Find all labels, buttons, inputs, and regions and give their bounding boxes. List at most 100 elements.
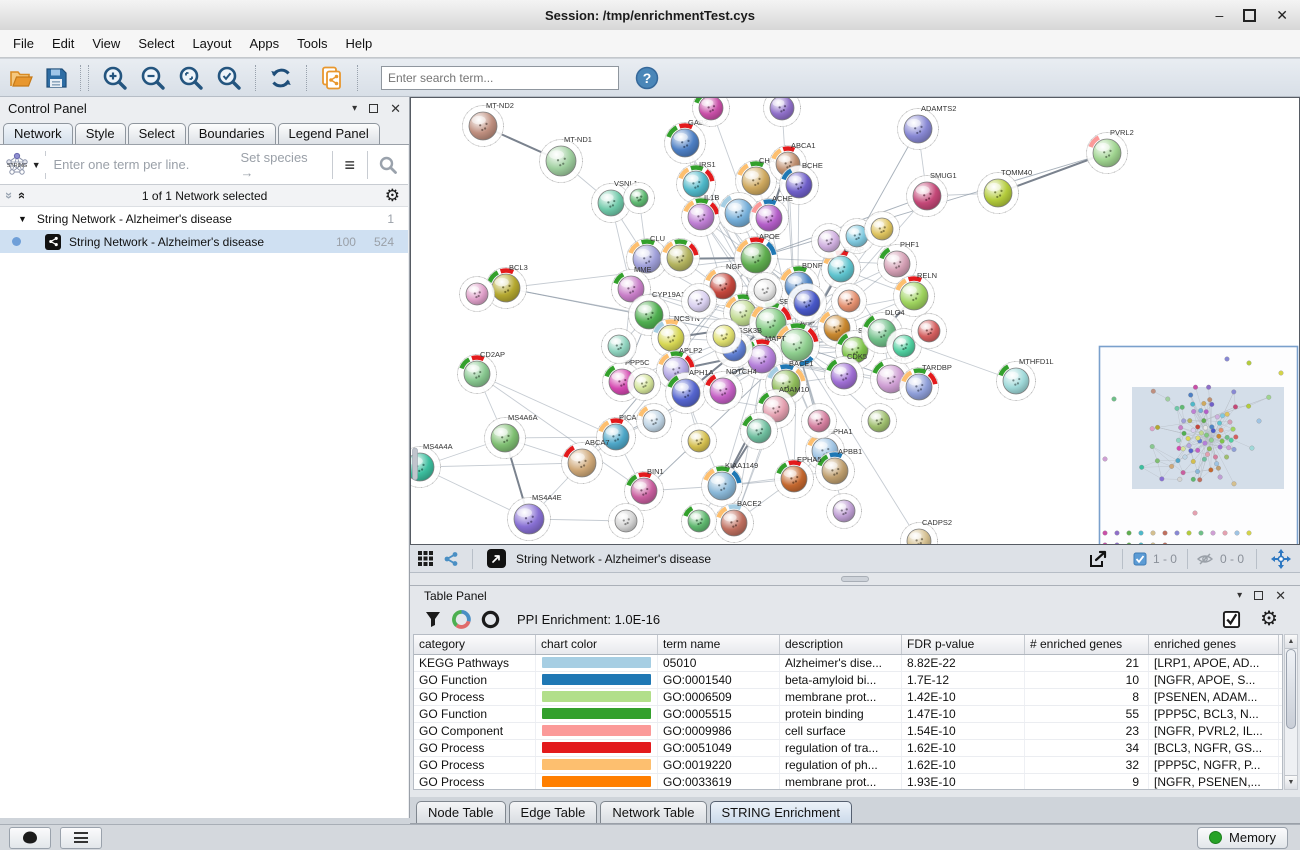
open-session-icon[interactable] <box>8 66 34 90</box>
node-EPHA5[interactable]: EPHA5 <box>775 455 822 499</box>
table-settings-gear-icon[interactable]: ⚙ <box>1260 609 1278 629</box>
task-history-button[interactable] <box>60 827 102 849</box>
tab-style[interactable]: Style <box>75 123 126 144</box>
panel-menu-icon[interactable]: ▾ <box>352 104 357 114</box>
column-header-2[interactable]: term name <box>658 635 780 654</box>
canvas-scroll-handle[interactable] <box>413 448 418 480</box>
menu-help[interactable]: Help <box>337 36 382 51</box>
node[interactable] <box>460 277 495 312</box>
node-CD2AP[interactable]: CD2AP <box>458 350 506 394</box>
string-search-icon[interactable] <box>368 155 408 175</box>
tab-string-enrichment[interactable]: STRING Enrichment <box>710 801 852 823</box>
tab-network-table[interactable]: Network Table <box>600 801 706 823</box>
string-query-input[interactable] <box>45 156 240 173</box>
set-species-hint[interactable]: Set species → <box>240 150 331 180</box>
table-row[interactable]: KEGG Pathways05010Alzheimer's dise...8.8… <box>414 655 1282 672</box>
node-PVRL2[interactable]: PVRL2 <box>1087 128 1134 174</box>
panel-float-icon[interactable] <box>369 104 378 113</box>
node-SMUG1[interactable]: SMUG1 <box>907 171 957 217</box>
tab-network[interactable]: Network <box>3 123 73 144</box>
node-ADAMTS2[interactable]: ADAMTS2 <box>898 104 957 150</box>
expand-all-icon[interactable]: » <box>14 192 27 199</box>
filter-funnel-icon[interactable] <box>424 610 442 628</box>
node[interactable] <box>661 239 700 278</box>
birds-eye-view[interactable] <box>1100 347 1298 545</box>
node[interactable] <box>748 273 783 308</box>
enrichment-table[interactable]: categorychart colorterm namedescriptionF… <box>413 634 1283 790</box>
panel-close-icon[interactable]: ✕ <box>390 102 401 115</box>
menu-select[interactable]: Select <box>129 36 183 51</box>
node[interactable] <box>602 329 637 364</box>
search-input[interactable] <box>381 66 619 90</box>
open-in-browser-icon[interactable] <box>487 549 506 568</box>
table-panel-close-icon[interactable]: ✕ <box>1275 589 1286 602</box>
tab-boundaries[interactable]: Boundaries <box>188 123 276 144</box>
node[interactable] <box>862 404 897 439</box>
column-header-4[interactable]: FDR p-value <box>902 635 1025 654</box>
menu-apps[interactable]: Apps <box>241 36 289 51</box>
node[interactable] <box>609 504 644 539</box>
minimize-button[interactable]: – <box>1215 8 1223 22</box>
table-row[interactable]: GO ComponentGO:0009986cell surface1.54E-… <box>414 723 1282 740</box>
network-row-selected[interactable]: String Network - Alzheimer's disease 100… <box>0 230 408 253</box>
panel-splitter[interactable] <box>410 573 1300 585</box>
share-network-icon[interactable] <box>443 551 459 567</box>
grid-view-icon[interactable] <box>418 551 433 566</box>
refresh-icon[interactable] <box>268 65 294 91</box>
table-row[interactable]: GO FunctionGO:0005515protein binding1.47… <box>414 706 1282 723</box>
node[interactable] <box>788 284 827 323</box>
network-share-icon[interactable] <box>319 65 345 91</box>
table-panel-menu-icon[interactable]: ▾ <box>1237 591 1242 601</box>
menu-edit[interactable]: Edit <box>43 36 83 51</box>
tab-select[interactable]: Select <box>128 123 186 144</box>
node[interactable] <box>682 284 717 319</box>
menu-layout[interactable]: Layout <box>183 36 240 51</box>
node[interactable] <box>707 319 742 354</box>
node-GAB2[interactable]: GAB2 <box>665 118 709 164</box>
node[interactable] <box>827 494 862 529</box>
column-header-3[interactable]: description <box>780 635 902 654</box>
node[interactable] <box>682 504 717 539</box>
node[interactable] <box>764 98 801 127</box>
automation-status-button[interactable] <box>9 827 51 849</box>
zoom-fit-icon[interactable] <box>177 64 205 92</box>
table-panel-float-icon[interactable] <box>1254 591 1263 600</box>
node-MT-ND2[interactable]: MT-ND2 <box>463 101 514 147</box>
memory-button[interactable]: Memory <box>1197 827 1288 849</box>
selected-checkbox-icon[interactable] <box>1133 552 1147 566</box>
help-icon[interactable]: ? <box>635 66 659 90</box>
table-row[interactable]: GO ProcessGO:0019220regulation of ph...1… <box>414 757 1282 774</box>
node-MTHFD1L[interactable]: MTHFD1L <box>997 357 1054 401</box>
node-CADPS2[interactable]: CADPS2 <box>901 518 953 544</box>
network-graph[interactable]: MT-ND2MT-ND1VSNL1GAB2IRS1CHATABCA1BCHEIL… <box>411 98 1299 544</box>
node[interactable] <box>802 404 837 439</box>
table-row[interactable]: GO FunctionGO:0001540beta-amyloid bi...1… <box>414 672 1282 689</box>
node[interactable] <box>682 424 717 459</box>
node[interactable] <box>912 314 947 349</box>
donut-chart-icon[interactable] <box>452 610 471 629</box>
node-MT-ND1[interactable]: MT-ND1 <box>540 135 592 183</box>
zoom-selected-icon[interactable] <box>215 64 243 92</box>
node-ABCA7[interactable]: ABCA7 <box>562 438 610 484</box>
node[interactable] <box>628 368 661 401</box>
network-collection-row[interactable]: ▼ String Network - Alzheimer's disease 1 <box>0 207 408 230</box>
string-options-icon[interactable]: ≡ <box>333 156 368 174</box>
birds-eye-toggle-icon[interactable] <box>1270 548 1292 570</box>
select-rows-checkbox-icon[interactable] <box>1222 610 1241 629</box>
string-logo[interactable]: STRING ▼ <box>0 152 45 178</box>
node[interactable] <box>832 284 867 319</box>
table-vertical-scrollbar[interactable]: ▲ ▼ <box>1284 634 1298 790</box>
network-canvas[interactable]: MT-ND2MT-ND1VSNL1GAB2IRS1CHATABCA1BCHEIL… <box>410 97 1300 545</box>
maximize-button[interactable] <box>1243 9 1256 22</box>
save-session-icon[interactable] <box>44 66 68 90</box>
node[interactable] <box>624 183 655 214</box>
hidden-eye-icon[interactable] <box>1196 552 1214 566</box>
menu-view[interactable]: View <box>83 36 129 51</box>
ring-chart-icon[interactable] <box>481 610 500 629</box>
menu-tools[interactable]: Tools <box>288 36 336 51</box>
zoom-out-icon[interactable] <box>139 64 167 92</box>
column-header-0[interactable]: category <box>414 635 536 654</box>
table-row[interactable]: GO ProcessGO:0006509membrane prot...1.42… <box>414 689 1282 706</box>
zoom-in-icon[interactable] <box>101 64 129 92</box>
export-network-icon[interactable] <box>1087 548 1109 570</box>
